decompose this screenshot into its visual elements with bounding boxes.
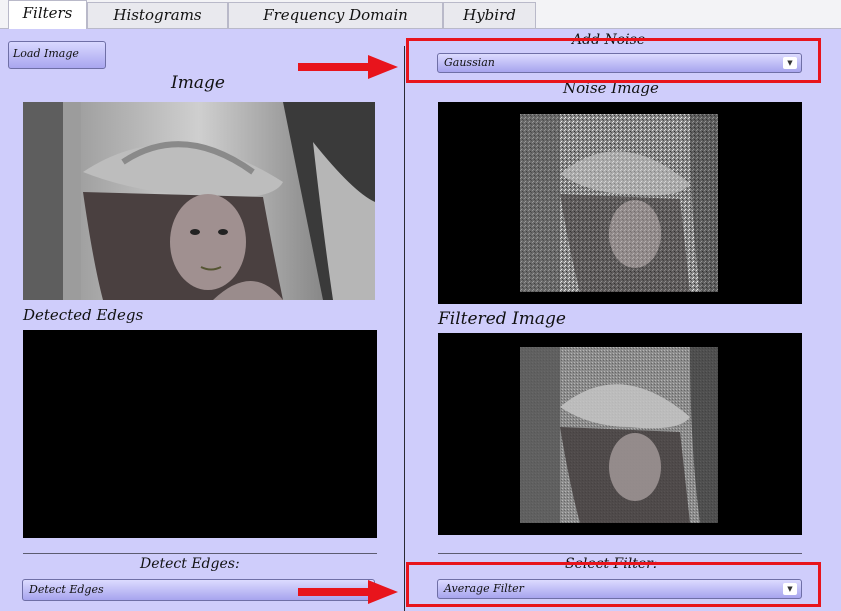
image-title: Image: [171, 73, 225, 93]
lena-photo: [23, 102, 375, 300]
divider-left: [23, 553, 377, 554]
load-image-button[interactable]: Load Image: [8, 41, 106, 69]
filtered-lena-photo: [520, 347, 718, 523]
detected-edges-title: Detected Edegs: [23, 306, 144, 324]
tab-filters[interactable]: Filters: [8, 0, 87, 29]
tab-bar: Filters Histograms Frequency Domain Hybi…: [0, 0, 841, 29]
arrow-right-icon: [298, 580, 398, 604]
arrow-right-icon: [298, 55, 398, 79]
tab-hybird[interactable]: Hybird: [443, 2, 536, 28]
filters-panel: Load Image Image Detected Edegs Detect E…: [0, 28, 841, 611]
divider-right: [438, 553, 802, 554]
filtered-image: [438, 333, 802, 535]
detect-edges-title: Detect Edges:: [140, 556, 240, 572]
original-image: [23, 102, 375, 300]
detect-edges-combo-value: Detect Edges: [29, 583, 104, 596]
highlight-box-noise: [406, 38, 821, 83]
noisy-lena-photo: [520, 114, 718, 292]
tab-frequency-domain[interactable]: Frequency Domain: [228, 2, 443, 28]
highlight-box-filter: [406, 562, 821, 607]
column-divider: [404, 46, 405, 611]
tab-histograms[interactable]: Histograms: [87, 2, 228, 28]
noise-image: [438, 102, 802, 304]
filtered-image-title: Filtered Image: [438, 309, 566, 329]
edges-image: [23, 330, 377, 538]
